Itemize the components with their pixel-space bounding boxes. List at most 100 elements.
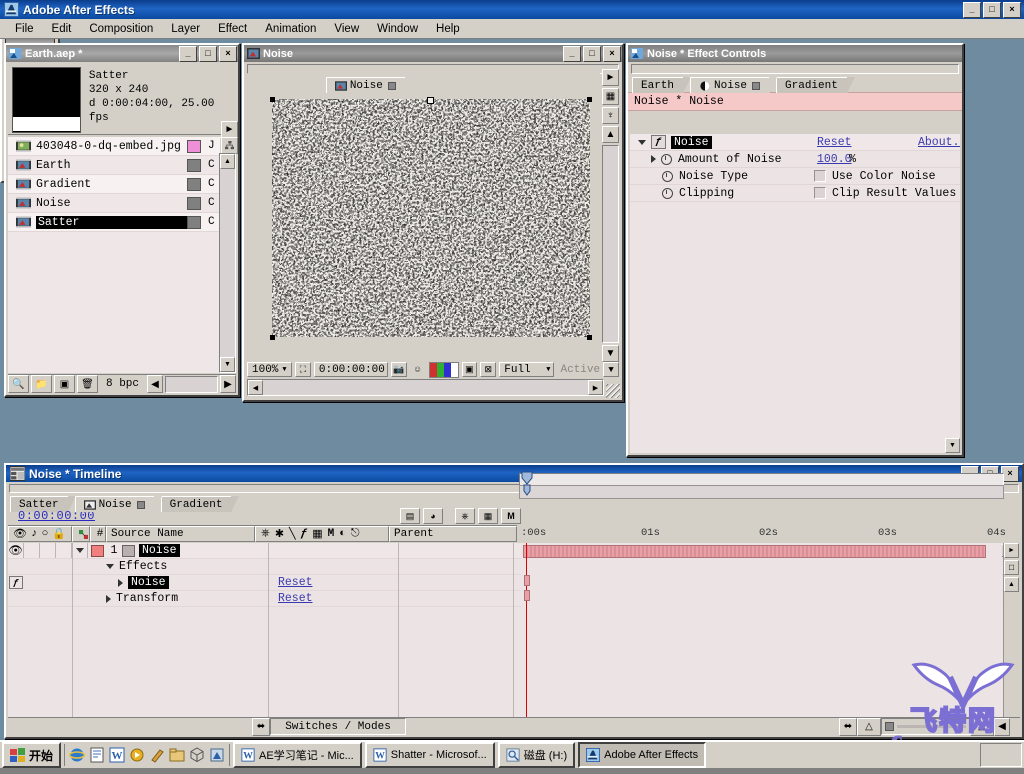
transparency-grid-icon[interactable]: ⊠ [480,362,497,377]
motion-blur-icon[interactable]: M [501,508,521,524]
efx-tab-close-dot[interactable] [752,81,761,90]
project-list-item[interactable]: Earth C [8,156,220,175]
timeline-graph-area[interactable] [521,543,1002,717]
project-item-label-swatch[interactable] [187,139,201,153]
minimize-button[interactable]: _ [963,1,981,18]
timeline-source-name-header[interactable]: Source Name [106,526,255,542]
title-safe-icon[interactable]: ▣ [461,362,478,377]
efx-property-list[interactable]: ƒ Noise Reset About... Amount of Noise 1… [630,134,960,453]
project-scrollbar[interactable]: ▲ ▼ [219,153,236,373]
transform-keyframe-marker[interactable] [524,590,530,601]
timeline-ruler[interactable]: :00s 01s 02s 03s 04s [519,471,1006,543]
layer-switches-toggle-icon[interactable]: ▤ [400,508,420,524]
footer-resize-right[interactable]: ⬌ [839,717,857,736]
timeline-index-header[interactable]: # [90,526,106,542]
menu-file[interactable]: File [6,22,43,36]
ie-icon[interactable] [69,747,86,763]
footer-scroll-left[interactable]: ◀ [147,375,164,393]
start-button[interactable]: 开始 [2,742,62,768]
menu-edit[interactable]: Edit [43,22,81,36]
menu-effect[interactable]: Effect [209,22,256,36]
expand-triangle-icon[interactable] [651,155,656,163]
scroll-down-arrow[interactable]: ▼ [220,357,235,372]
effect-enable-icon[interactable]: ƒ [651,135,666,149]
adjustment-icon[interactable]: ◐ [339,528,346,540]
comp-hscrollbar[interactable]: ◀ ▶ [247,379,604,396]
take-snapshot-icon[interactable]: 📷 [390,362,407,377]
efx-effect-row[interactable]: ƒ Noise Reset About... [630,134,960,151]
project-maximize-button[interactable]: □ [199,45,217,62]
menu-view[interactable]: View [325,22,368,36]
graph-options-button[interactable]: ☐ [1004,560,1019,575]
stopwatch-icon[interactable] [662,187,673,199]
selection-handle[interactable] [587,97,592,102]
comp-maximize-button[interactable]: □ [583,45,601,62]
zoom-out-timeline-icon[interactable]: △ [857,717,881,736]
new-comp-icon[interactable]: ▣ [54,375,75,393]
taskbar-item-active[interactable]: Adobe After Effects [578,742,707,768]
comp-minimize-button[interactable]: _ [563,45,581,62]
stopwatch-icon[interactable] [661,153,672,165]
layer-source-name[interactable]: Noise [139,544,180,557]
efx-property-checkbox[interactable] [814,187,826,199]
trash-icon[interactable]: 🗑 [77,375,98,393]
project-item-list[interactable]: 403048-0-dq-embed.jpg J Earth C Gradient… [8,137,220,373]
menu-layer[interactable]: Layer [162,22,209,36]
box-icon[interactable] [189,747,205,763]
current-time-indicator[interactable] [521,471,533,501]
zoom-in-timeline-icon[interactable]: △ [970,717,994,736]
project-minimize-button[interactable]: _ [179,45,197,62]
selection-handle[interactable] [427,97,434,104]
audio-toggle[interactable] [24,543,40,558]
footer-resize-left[interactable]: ⬌ [252,717,270,736]
paint-icon[interactable] [149,747,165,763]
menu-window[interactable]: Window [368,22,427,36]
efx-reset-link[interactable]: Reset [817,136,852,149]
effects-icon[interactable]: ƒ [301,528,308,540]
efx-property-row[interactable]: Amount of Noise 100.0 % [630,151,960,168]
word-icon[interactable]: W [109,747,125,763]
menu-help[interactable]: Help [427,22,469,36]
app-icon[interactable] [209,747,225,763]
project-flyout-button[interactable]: ► [221,121,238,138]
eye-icon[interactable]: 👁 [8,543,24,558]
hscroll-left-arrow[interactable]: ◀ [248,380,263,395]
project-item-label-swatch[interactable] [187,196,201,210]
hscroll-right-arrow[interactable]: ▶ [588,380,603,395]
show-snapshot-icon[interactable]: ☺ [410,362,426,377]
lock-toggle[interactable] [56,543,72,558]
comp-scroll-down[interactable]: ▼ [602,345,619,362]
scroll-up-arrow[interactable]: ▲ [220,154,235,169]
expand-triangle-icon[interactable] [72,543,88,558]
efx-about-link[interactable]: About... [918,136,960,149]
efx-tab-gradient[interactable]: Gradient [776,77,855,93]
timeline-parent-header[interactable]: Parent [389,526,517,542]
expand-triangle-icon[interactable] [118,578,123,587]
project-item-label-swatch[interactable] [187,215,201,229]
effect-enable-icon[interactable]: ƒ [9,576,23,589]
edit-icon[interactable] [89,747,105,763]
stopwatch-icon[interactable] [662,170,673,182]
menu-composition[interactable]: Composition [80,22,162,36]
selection-handle[interactable] [587,335,592,340]
project-close-button[interactable]: × [219,45,237,62]
effect-reset-link[interactable]: Reset [278,576,313,589]
three-d-icon[interactable]: ⎋ [351,528,360,540]
efx-tab-earth[interactable]: Earth [632,77,692,93]
folder-icon[interactable] [169,747,185,763]
taskbar-item[interactable]: W Shatter - Microsof... [364,742,495,768]
selection-handle[interactable] [270,335,275,340]
frame-blend-icon[interactable]: ▦ [312,527,322,541]
graph-scroll-up[interactable]: ▲ [1004,577,1019,592]
zoom-level-dropdown[interactable]: 100% ▼ [247,362,292,377]
project-list-item[interactable]: Noise C [8,194,220,213]
expand-triangle-icon[interactable] [638,139,646,145]
taskbar-item[interactable]: W AE学习笔记 - Mic... [233,742,362,768]
comp-close-button[interactable]: × [603,45,621,62]
shy-icon[interactable]: ⎈ [261,528,270,540]
media-icon[interactable] [129,747,145,763]
solo-icon[interactable]: ○ [42,528,49,540]
resolution-dropdown[interactable]: Full ▼ [499,362,554,377]
close-button[interactable]: × [1003,1,1021,18]
restore-button[interactable]: □ [983,1,1001,18]
